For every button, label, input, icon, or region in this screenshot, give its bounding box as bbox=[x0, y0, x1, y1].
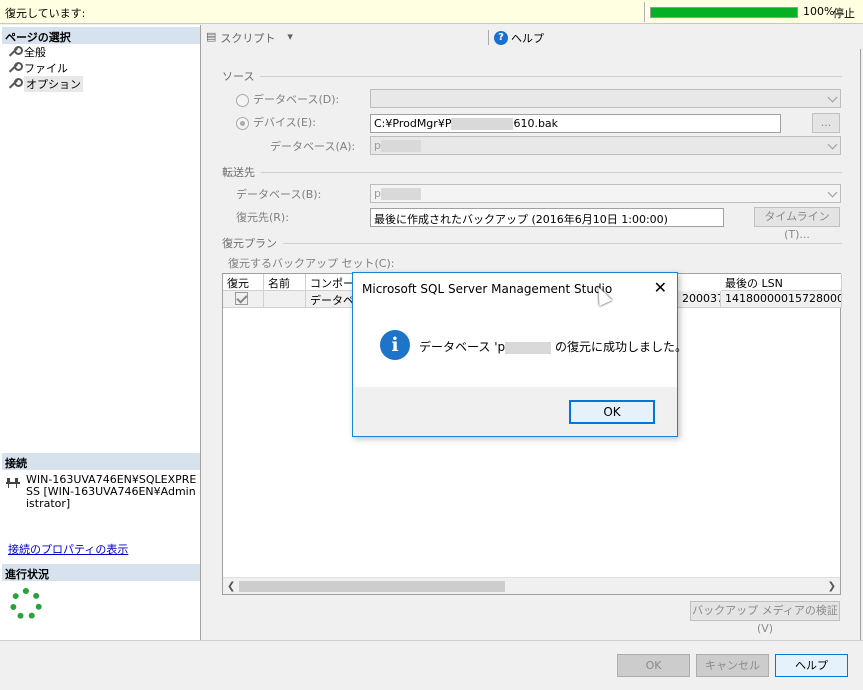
database-value: p bbox=[374, 139, 381, 152]
timeline-button[interactable]: タイムライン(T)... bbox=[754, 207, 840, 241]
destination-database-label: データベース(B): bbox=[236, 188, 322, 201]
component-cell: データベ bbox=[306, 291, 356, 308]
toolbar: ▤ スクリプト ▾ ? ヘルプ bbox=[202, 25, 863, 49]
database-radio[interactable]: データベース(D): bbox=[236, 91, 339, 107]
help-button[interactable]: ? ヘルプ bbox=[494, 30, 544, 46]
message-suffix: の復元に成功しました。 bbox=[554, 340, 687, 354]
destination-group: 転送先 bbox=[222, 164, 842, 180]
group-title: 転送先 bbox=[222, 166, 255, 179]
redacted-area bbox=[505, 341, 552, 354]
chevron-left-icon[interactable]: ❮ bbox=[227, 581, 235, 592]
help-label: ヘルプ bbox=[511, 32, 544, 45]
checkbox-icon bbox=[235, 292, 248, 305]
source-database-combo[interactable] bbox=[370, 89, 841, 108]
device-path-prefix: C:¥ProdMgr¥P bbox=[374, 117, 452, 130]
column-header[interactable]: 最後の LSN bbox=[721, 274, 842, 291]
wrench-icon bbox=[6, 45, 23, 59]
script-icon: ▤ bbox=[206, 30, 217, 43]
radio-icon bbox=[236, 116, 249, 130]
device-path-field[interactable]: C:¥ProdMgr¥P 610.bak bbox=[370, 114, 781, 133]
column-header[interactable]: 復元 bbox=[223, 274, 264, 291]
connection-header: 接続 bbox=[2, 453, 200, 470]
page-label: ファイル bbox=[24, 62, 68, 75]
help-bottom-button[interactable]: ヘルプ bbox=[775, 654, 848, 677]
restore-plan-group: 復元プラン bbox=[222, 235, 842, 251]
browse-button[interactable]: ... bbox=[812, 113, 840, 133]
device-path-suffix: 610.bak bbox=[513, 117, 559, 130]
progress-spinner-icon bbox=[10, 588, 42, 620]
page-label: 全般 bbox=[24, 46, 46, 59]
destination-database-combo[interactable]: p bbox=[370, 184, 841, 203]
device-radio[interactable]: デバイス(E): bbox=[236, 114, 316, 130]
chevron-down-icon bbox=[827, 139, 838, 150]
button-bar: OK キャンセル ヘルプ bbox=[0, 640, 863, 690]
status-text: 復元しています: bbox=[5, 7, 86, 20]
chevron-down-icon: ▾ bbox=[287, 30, 293, 43]
connection-info: WIN-163UVA746EN¥SQLEXPRESS [WIN-163UVA74… bbox=[26, 473, 197, 510]
column-header[interactable]: コンポーネ bbox=[306, 274, 356, 291]
script-label: スクリプト bbox=[220, 32, 276, 45]
progress-fill bbox=[651, 8, 797, 17]
stop-button[interactable]: 停止 bbox=[833, 5, 855, 21]
horizontal-scrollbar[interactable]: ❮ ❯ bbox=[223, 577, 840, 594]
group-title: ソース bbox=[222, 70, 255, 83]
restore-checkbox-cell[interactable] bbox=[223, 291, 264, 308]
redacted-area bbox=[380, 188, 421, 200]
restore-to-label: 復元先(R): bbox=[236, 211, 289, 224]
ok-button[interactable]: OK bbox=[617, 654, 690, 677]
source-database-select[interactable]: p bbox=[370, 136, 841, 155]
info-icon: i bbox=[380, 330, 410, 360]
page-select-header: ページの選択 bbox=[2, 27, 200, 44]
dialog-ok-button[interactable]: OK bbox=[569, 400, 655, 424]
close-icon[interactable]: ✕ bbox=[654, 278, 667, 297]
page-item-options[interactable]: オプション bbox=[6, 76, 83, 92]
help-icon: ? bbox=[494, 31, 508, 45]
wrench-icon bbox=[6, 61, 23, 75]
radio-icon bbox=[236, 93, 249, 107]
chevron-right-icon[interactable]: ❯ bbox=[828, 581, 836, 592]
database-value: p bbox=[374, 187, 381, 200]
chevron-down-icon bbox=[827, 187, 838, 198]
dialog-title: Microsoft SQL Server Management Studio bbox=[362, 282, 613, 296]
status-separator bbox=[644, 2, 645, 22]
last-lsn-cell: 1418000001572800001 bbox=[721, 291, 842, 308]
status-bar: 復元しています: 100% 停止 bbox=[0, 0, 863, 24]
progress-bar bbox=[650, 7, 798, 18]
name-cell bbox=[264, 291, 306, 308]
page-item-files[interactable]: ファイル bbox=[6, 60, 68, 76]
progress-percent: 100% bbox=[803, 5, 835, 18]
cancel-button[interactable]: キャンセル bbox=[696, 654, 769, 677]
source-database-label: データベース(A): bbox=[270, 140, 356, 153]
group-title: 復元プラン bbox=[222, 237, 277, 250]
chevron-down-icon bbox=[827, 92, 838, 103]
redacted-area bbox=[451, 118, 514, 130]
source-group: ソース bbox=[222, 68, 842, 84]
left-pane: ページの選択 全般 ファイル オプション 接続 WIN-163UVA746EN¥… bbox=[0, 25, 201, 640]
page-item-general[interactable]: 全般 bbox=[6, 44, 46, 60]
connection-properties-link[interactable]: 接続のプロパティの表示 bbox=[8, 541, 128, 557]
dialog-message: データベース 'p の復元に成功しました。 bbox=[419, 338, 687, 355]
page-label: オプション bbox=[24, 76, 83, 92]
progress-header: 進行状況 bbox=[2, 564, 200, 581]
radio-label: データベース(D): bbox=[253, 93, 340, 106]
radio-label: デバイス(E): bbox=[253, 116, 316, 129]
message-prefix: データベース 'p bbox=[419, 340, 506, 354]
restore-to-field: 最後に作成されたバックアップ (2016年6月10日 1:00:00) bbox=[370, 208, 724, 227]
redacted-area bbox=[380, 140, 421, 152]
wrench-icon bbox=[6, 77, 23, 91]
script-button[interactable]: ▤ スクリプト ▾ bbox=[206, 30, 293, 46]
toolbar-separator bbox=[488, 30, 489, 45]
dialog-footer: OK bbox=[353, 387, 677, 436]
scrollbar-thumb[interactable] bbox=[239, 581, 505, 592]
backup-sets-label: 復元するバックアップ セット(C): bbox=[228, 257, 395, 270]
lsn-cell: 200037 bbox=[678, 291, 721, 308]
verify-media-button[interactable]: バックアップ メディアの検証(V) bbox=[690, 601, 840, 635]
server-connection-icon bbox=[6, 478, 20, 488]
column-header[interactable]: 名前 bbox=[264, 274, 306, 291]
success-dialog: Microsoft SQL Server Management Studio ✕… bbox=[352, 272, 687, 437]
